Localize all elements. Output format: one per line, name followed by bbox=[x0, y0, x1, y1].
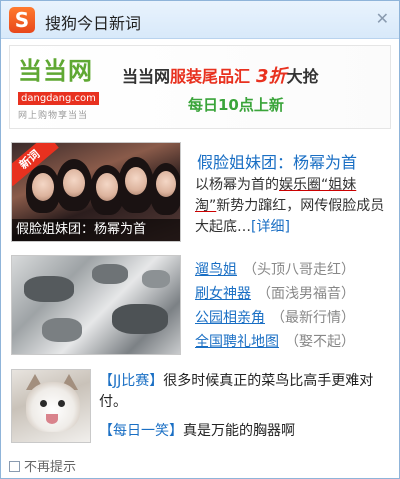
banner-headline-action: 大抢 bbox=[286, 67, 319, 86]
dangdang-brand: 当当网 bbox=[18, 57, 93, 85]
banner-headline-product: 服装尾品汇 bbox=[170, 67, 251, 86]
banner-subline: 每日10点上新 bbox=[188, 96, 284, 114]
news1-more-link[interactable]: [详细] bbox=[251, 219, 290, 235]
footer: 不再提示 bbox=[9, 456, 76, 475]
joke-tag-link[interactable]: 【每日一笑】 bbox=[99, 423, 183, 439]
news2-item: 全国聘礼地图 （娶不起） bbox=[195, 330, 391, 354]
news2-hint: （最新行情） bbox=[271, 310, 355, 326]
cat-mouth bbox=[46, 414, 58, 424]
joke-text[interactable]: 真是万能的胸器啊 bbox=[183, 423, 295, 439]
jokes-thumbnail[interactable] bbox=[11, 369, 91, 443]
news2-thumbnail[interactable] bbox=[11, 255, 181, 355]
banner-headline: 当当网服装尾品汇 3折大抢 bbox=[122, 62, 319, 88]
news1-thumbnail[interactable]: 新词 假脸姐妹团：杨幂为首 bbox=[11, 142, 181, 242]
news2-hint: （娶不起） bbox=[285, 334, 355, 350]
joke-tag-link[interactable]: 【JJ比赛】 bbox=[99, 373, 163, 389]
dont-show-again-label[interactable]: 不再提示 bbox=[24, 460, 76, 475]
banner-headline-brand: 当当网 bbox=[122, 67, 171, 86]
dangdang-logo: 当当网 dangdang.com 网上购物享当当 bbox=[18, 56, 110, 121]
window-title: 搜狗今日新词 bbox=[45, 14, 142, 33]
news2-link-list: 遛鸟姐 （头顶八哥走红） 刷女神器 （面浅男福音） 公园相亲角 （最新行情） 全国聘礼… bbox=[195, 258, 391, 354]
joke-item: 【JJ比赛】很多时候真正的菜鸟比高手更难对付。 bbox=[99, 371, 393, 413]
news1-image-caption: 假脸姐妹团：杨幂为首 bbox=[12, 219, 180, 241]
dangdang-url: dangdang.com bbox=[18, 92, 99, 105]
sogou-logo-icon: S bbox=[9, 7, 35, 33]
news2-link[interactable]: 公园相亲角 bbox=[195, 310, 265, 326]
news1-description: 以杨幂为首的娱乐圈“姐妹淘”新势力蹿红，网传假脸成员大起底…[详细] bbox=[195, 175, 391, 238]
dangdang-slogan: 网上购物享当当 bbox=[18, 111, 89, 121]
cat-eye-left bbox=[40, 400, 47, 407]
news1-desc-part1: 以杨幂为首的 bbox=[195, 177, 279, 193]
ad-banner[interactable]: 当当网 dangdang.com 网上购物享当当 当当网服装尾品汇 3折大抢 每日… bbox=[9, 45, 391, 129]
news2-hint: （面浅男福音） bbox=[257, 286, 355, 302]
cat-head bbox=[26, 382, 80, 432]
jokes-list: 【JJ比赛】很多时候真正的菜鸟比高手更难对付。 【每日一笑】真是万能的胸器啊 bbox=[99, 371, 393, 442]
news1-headline-link[interactable]: 假脸姐妹团：杨幂为首 bbox=[197, 149, 357, 173]
news2-item: 刷女神器 （面浅男福音） bbox=[195, 282, 391, 306]
news2-link[interactable]: 全国聘礼地图 bbox=[195, 334, 279, 350]
cat-eye-right bbox=[58, 400, 65, 407]
joke-item: 【每日一笑】真是万能的胸器啊 bbox=[99, 421, 393, 442]
title-bar[interactable]: S 搜狗今日新词 ✕ bbox=[1, 1, 399, 39]
news2-hint: （头顶八哥走红） bbox=[243, 262, 355, 278]
news2-item: 公园相亲角 （最新行情） bbox=[195, 306, 391, 330]
news2-link[interactable]: 遛鸟姐 bbox=[195, 262, 237, 278]
close-icon[interactable]: ✕ bbox=[376, 9, 389, 28]
news2-link[interactable]: 刷女神器 bbox=[195, 286, 251, 302]
popup-window: S 搜狗今日新词 ✕ 当当网 dangdang.com 网上购物享当当 当当网服… bbox=[0, 0, 400, 479]
dont-show-again-checkbox[interactable] bbox=[9, 461, 20, 472]
news2-item: 遛鸟姐 （头顶八哥走红） bbox=[195, 258, 391, 282]
banner-headline-discount: 3折 bbox=[256, 66, 287, 87]
